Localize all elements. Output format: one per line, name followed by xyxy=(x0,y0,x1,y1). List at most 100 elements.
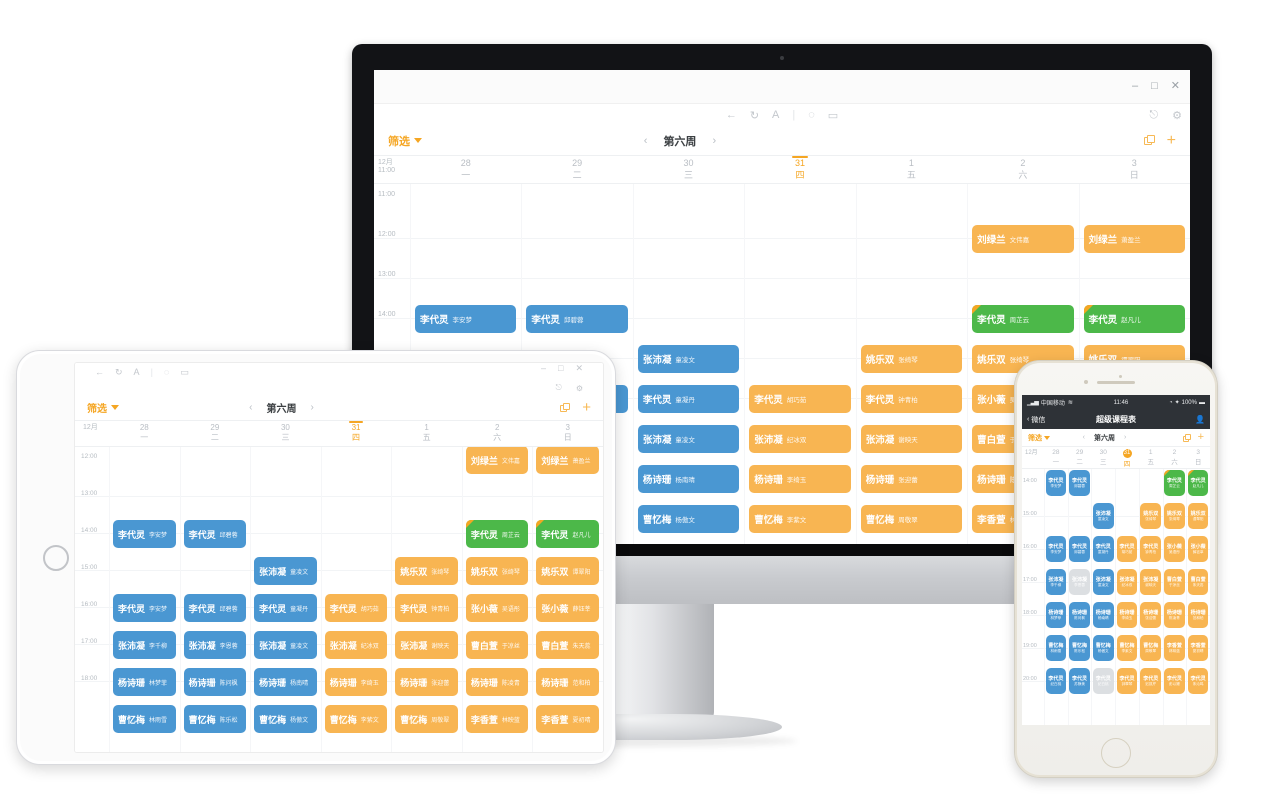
calendar-event[interactable]: 张沛凝 谢映天 xyxy=(1140,569,1162,595)
prev-week-button[interactable]: ‹ xyxy=(235,402,266,413)
calendar-event[interactable]: 张沛凝 谢映天 xyxy=(860,425,963,453)
day-header-1[interactable]: 1五 xyxy=(1139,449,1163,468)
calendar-event[interactable]: 杨诗珊 张迎蕾 xyxy=(860,465,963,493)
tablet-browser-actions[interactable]: ⎋ ⚙ xyxy=(75,381,603,395)
duplicate-icon[interactable] xyxy=(1182,433,1191,442)
calendar-event[interactable]: 杨诗珊 张迎蕾 xyxy=(395,668,458,696)
calendar-event[interactable]: 刘绿兰 文伟嘉 xyxy=(465,447,529,474)
calendar-event[interactable]: 杨诗珊 李绮玉 xyxy=(1116,602,1138,628)
calendar-event[interactable]: 曹忆梅 周敬翠 xyxy=(860,505,963,533)
day-header-28[interactable]: 28 一 xyxy=(410,158,521,183)
calendar-event[interactable]: 张小薇薛钰莘 xyxy=(1187,536,1209,562)
calendar-event[interactable]: 李代灵 钟翠琴 xyxy=(1116,668,1138,694)
calendar-event[interactable]: 曹忆梅 李紫文 xyxy=(324,705,388,733)
next-week-button[interactable]: › xyxy=(696,135,732,147)
calendar-event[interactable]: 张沛凝 童凌文 xyxy=(637,425,740,453)
calendar-event[interactable]: 李代灵李安梦 xyxy=(113,520,176,548)
calendar-event[interactable]: 姚乐双 张绮琴 xyxy=(465,557,529,585)
calendar-event[interactable]: 曹忆梅 周敬翠 xyxy=(395,705,458,733)
calendar-event[interactable]: 曹忆梅 李紫文 xyxy=(1116,635,1138,661)
calendar-event[interactable]: 张沛凝 李千柳 xyxy=(113,631,176,659)
day-header-1[interactable]: 1五 xyxy=(856,158,967,183)
day-header-29[interactable]: 29 二 xyxy=(180,423,251,446)
calendar-event[interactable]: 李代灵 胡巧茹 xyxy=(1116,536,1138,562)
calendar-event[interactable]: 刘绿兰 萧盈兰 xyxy=(1083,225,1185,253)
share-icon[interactable]: ⎋ xyxy=(556,383,562,393)
calendar-event[interactable]: 李代灵邱碧蓉 xyxy=(1069,470,1090,496)
calendar-event[interactable]: 张沛凝 纪冰双 xyxy=(749,425,851,453)
window-icon[interactable]: ▭ xyxy=(180,367,189,378)
calendar-event[interactable]: 李代灵 彭以姗 xyxy=(1164,668,1185,694)
maximize-button[interactable]: □ xyxy=(1151,81,1158,92)
calendar-event[interactable]: 曹忆梅 杨傲文 xyxy=(637,505,740,533)
calendar-event[interactable]: 曹白萱 朱天蕊 xyxy=(536,631,599,659)
calendar-event[interactable]: 李代灵邱碧蓉 xyxy=(183,594,247,622)
calendar-event[interactable]: 李香萱 夏初晴 xyxy=(536,705,599,733)
day-header-30[interactable]: 30 三 xyxy=(633,158,744,183)
calendar-event[interactable]: 李代灵 周芷云 xyxy=(972,305,1074,333)
calendar-event[interactable]: 张小薇吴语彤 xyxy=(1164,536,1185,562)
calendar-event[interactable]: 张沛凝 李恩蓉 xyxy=(1069,569,1090,595)
calendar-event[interactable]: 李代灵邱碧蓉 xyxy=(526,305,628,333)
calendar-event[interactable]: 李代灵 周芷云 xyxy=(465,520,529,548)
minimize-button[interactable]: – xyxy=(541,363,546,374)
calendar-event[interactable]: 张沛凝 童凌文 xyxy=(1092,569,1114,595)
calendar-event[interactable]: 李代灵 苏静美 xyxy=(1069,668,1090,694)
day-header-2[interactable]: 2六 xyxy=(967,158,1078,183)
refresh-icon[interactable]: ↻ xyxy=(115,367,123,378)
calendar-event[interactable]: 李代灵李安梦 xyxy=(113,594,176,622)
calendar-event[interactable]: 张沛凝 童凌文 xyxy=(254,631,317,659)
calendar-event[interactable]: 杨诗珊 杨南晴 xyxy=(1092,602,1114,628)
browser-toolbar[interactable]: ← ↻ A | ◌ ▭ ⎋ ⚙ xyxy=(374,104,1190,126)
calendar-event[interactable]: 李代灵李安梦 xyxy=(1045,536,1067,562)
calendar-event[interactable]: 张沛凝 纪冰双 xyxy=(1116,569,1138,595)
close-button[interactable]: ✕ xyxy=(1171,81,1180,92)
calendar-event[interactable]: 刘绿兰 萧盈兰 xyxy=(536,447,599,474)
settings-icon[interactable]: ⚙ xyxy=(576,384,583,393)
calendar-event[interactable]: 张沛凝 童凌文 xyxy=(637,345,740,373)
window-controls[interactable]: – □ ✕ xyxy=(1132,81,1180,92)
next-week-button[interactable]: › xyxy=(297,402,328,413)
back-icon[interactable]: ← xyxy=(726,109,737,121)
calendar-event[interactable]: 李代灵李安梦 xyxy=(1045,470,1067,496)
link-icon[interactable]: ◌ xyxy=(808,109,815,121)
phone-home-button[interactable] xyxy=(1101,738,1131,768)
calendar-event[interactable]: 曹白萱于凉丝 xyxy=(465,631,529,659)
calendar-event[interactable]: 曹忆梅 李紫文 xyxy=(749,505,851,533)
day-header-29[interactable]: 29 二 xyxy=(1068,449,1092,468)
calendar-event[interactable]: 张沛凝 李千柳 xyxy=(1045,569,1067,595)
calendar-event[interactable]: 李代灵 童凝丹 xyxy=(254,594,317,622)
day-header-3[interactable]: 3日 xyxy=(1079,158,1190,183)
refresh-icon[interactable]: ↻ xyxy=(750,109,759,122)
calendar-event[interactable]: 杨诗珊 杨南晴 xyxy=(254,668,317,696)
calendar-event[interactable]: 曹白萱 朱天蕊 xyxy=(1187,569,1209,595)
share-icon[interactable]: ⎋ xyxy=(1149,109,1158,122)
font-size-icon[interactable]: A xyxy=(134,367,140,377)
browser-extra-actions[interactable]: ⎋ ⚙ xyxy=(1149,109,1182,122)
calendar-event[interactable]: 李代灵 胡巧茹 xyxy=(324,594,388,622)
tablet-window-controls[interactable]: – □ ✕ xyxy=(541,363,583,374)
calendar-event[interactable]: 杨诗珊 林梦菲 xyxy=(1045,602,1067,628)
calendar-event[interactable]: 张沛凝 纪冰双 xyxy=(324,631,388,659)
calendar-event[interactable]: 李代灵 童凝丹 xyxy=(1092,536,1114,562)
calendar-event[interactable]: 姚乐双 张绮琴 xyxy=(1164,503,1185,529)
calendar-event[interactable]: 杨诗珊 李绮玉 xyxy=(324,668,388,696)
calendar-event[interactable]: 曹白萱于凉丝 xyxy=(1164,569,1185,595)
calendar-event[interactable]: 张沛凝 童凌文 xyxy=(254,557,317,585)
calendar-event[interactable]: 杨诗珊 杨南晴 xyxy=(637,465,740,493)
maximize-button[interactable]: □ xyxy=(558,363,563,374)
duplicate-icon[interactable] xyxy=(1143,135,1155,146)
day-header-3[interactable]: 3日 xyxy=(1186,449,1210,468)
calendar-event[interactable]: 李代灵 赵凡儿 xyxy=(1187,470,1209,496)
person-icon[interactable]: 👤 xyxy=(1195,415,1205,424)
calendar-event[interactable]: 张沛凝 童凌文 xyxy=(1092,503,1114,529)
calendar-event[interactable]: 李代灵 胡巧茹 xyxy=(749,385,851,413)
calendar-event[interactable]: 姚乐双 张绮琴 xyxy=(395,557,458,585)
prev-week-button[interactable]: ‹ xyxy=(628,135,664,147)
minimize-button[interactable]: – xyxy=(1132,81,1138,92)
calendar-event[interactable]: 杨诗珊 范和柏 xyxy=(1187,602,1209,628)
calendar-event[interactable]: 张沛凝 李恩蓉 xyxy=(183,631,247,659)
calendar-event[interactable]: 杨诗珊 李绮玉 xyxy=(749,465,851,493)
calendar-event[interactable]: 刘绿兰 文伟嘉 xyxy=(972,225,1074,253)
calendar-event[interactable]: 李代灵 赵凡儿 xyxy=(1083,305,1185,333)
